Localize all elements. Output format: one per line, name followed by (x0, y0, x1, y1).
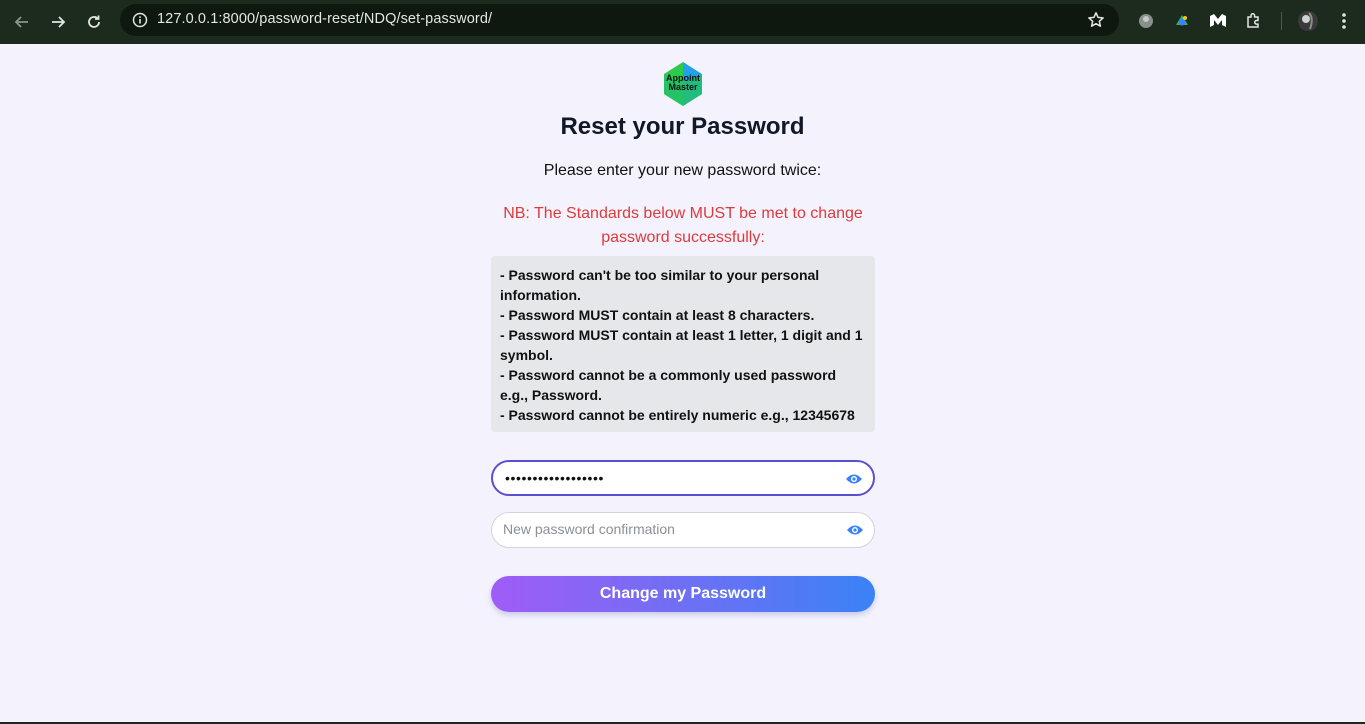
password-rule: - Password MUST contain at least 1 lette… (500, 327, 863, 363)
page-title: Reset your Password (560, 113, 805, 140)
new-password-field[interactable]: •••••••••••••••••• (491, 460, 875, 496)
show-confirm-password-eye-icon[interactable] (846, 522, 864, 538)
reload-icon[interactable] (80, 8, 108, 36)
url-text[interactable]: 127.0.0.1:8000/password-reset/NDQ/set-pa… (157, 11, 492, 27)
toolbar-separator (1281, 12, 1282, 30)
new-password-value[interactable]: •••••••••••••••••• (505, 470, 604, 486)
logo-text-line2: Master (668, 82, 698, 92)
address-bar[interactable]: 127.0.0.1:8000/password-reset/NDQ/set-pa… (120, 4, 1119, 36)
bookmark-star-icon[interactable] (1085, 9, 1107, 31)
app-logo: Appoint Master (660, 60, 706, 108)
more-menu-icon[interactable] (1332, 9, 1356, 33)
page-subtitle: Please enter your new password twice: (543, 162, 822, 179)
extension-colorful-icon[interactable] (1170, 9, 1194, 33)
profile-avatar[interactable] (1296, 9, 1320, 33)
password-rule: - Password cannot be a commonly used pas… (500, 367, 837, 403)
browser-toolbar: 127.0.0.1:8000/password-reset/NDQ/set-pa… (0, 0, 1365, 44)
change-password-button[interactable]: Change my Password (491, 576, 875, 612)
back-arrow-icon[interactable] (8, 8, 36, 36)
logo-text: Appoint Master (660, 74, 706, 92)
extension-m-icon[interactable] (1206, 9, 1230, 33)
password-rules-box: - Password can't be too similar to your … (491, 256, 875, 432)
show-password-eye-icon[interactable] (845, 471, 863, 487)
password-rule: - Password MUST contain at least 8 chara… (500, 307, 815, 323)
extensions-icon[interactable] (1242, 9, 1266, 33)
confirm-password-input[interactable] (503, 521, 823, 537)
standards-warning: NB: The Standards below MUST be met to c… (503, 205, 863, 246)
password-rule: - Password cannot be entirely numeric e.… (500, 407, 855, 423)
forward-arrow-icon[interactable] (44, 8, 72, 36)
confirm-password-field[interactable] (491, 512, 875, 548)
extension-incognito-icon[interactable] (1134, 9, 1158, 33)
password-rule: - Password can't be too similar to your … (500, 267, 820, 303)
site-info-icon[interactable] (128, 8, 152, 32)
